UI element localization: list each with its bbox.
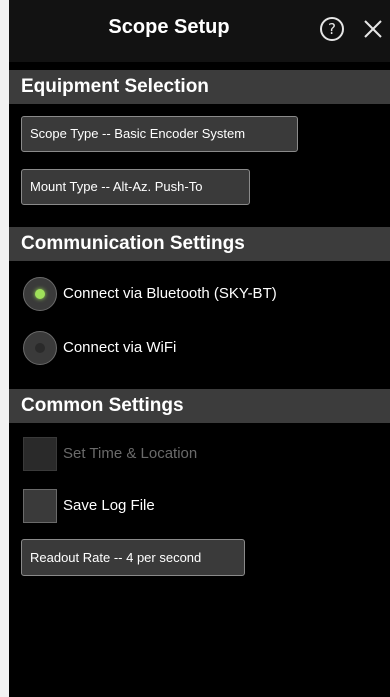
bluetooth-radio[interactable] <box>23 277 57 311</box>
set-time-location-label: Set Time & Location <box>63 445 198 462</box>
section-header-common: Common Settings <box>9 389 390 423</box>
wifi-radio-option[interactable]: Connect via WiFi <box>23 331 243 365</box>
save-log-file-checkbox[interactable] <box>23 489 57 523</box>
section-header-equipment: Equipment Selection <box>9 70 390 104</box>
radio-unselected-indicator <box>35 343 45 353</box>
page-title: Scope Setup <box>108 16 230 38</box>
scope-setup-screen: Scope Setup ? Equipment Selection Scope … <box>9 0 390 697</box>
section-header-communication: Communication Settings <box>9 227 390 261</box>
save-log-file-option[interactable]: Save Log File <box>23 489 223 523</box>
save-log-file-label: Save Log File <box>63 497 155 514</box>
bluetooth-radio-option[interactable]: Connect via Bluetooth (SKY-BT) <box>23 277 343 311</box>
help-icon[interactable]: ? <box>320 17 344 41</box>
close-icon[interactable] <box>361 17 385 41</box>
mount-type-button[interactable]: Mount Type -- Alt-Az. Push-To <box>21 169 250 205</box>
radio-selected-indicator <box>35 289 45 299</box>
title-bar: Scope Setup ? <box>9 0 390 62</box>
wifi-radio[interactable] <box>23 331 57 365</box>
bluetooth-radio-label: Connect via Bluetooth (SKY-BT) <box>63 285 277 302</box>
wifi-radio-label: Connect via WiFi <box>63 339 177 356</box>
set-time-location-checkbox <box>23 437 57 471</box>
readout-rate-button[interactable]: Readout Rate -- 4 per second <box>21 539 245 576</box>
scope-type-button[interactable]: Scope Type -- Basic Encoder System <box>21 116 298 152</box>
set-time-location-option: Set Time & Location <box>23 437 263 471</box>
